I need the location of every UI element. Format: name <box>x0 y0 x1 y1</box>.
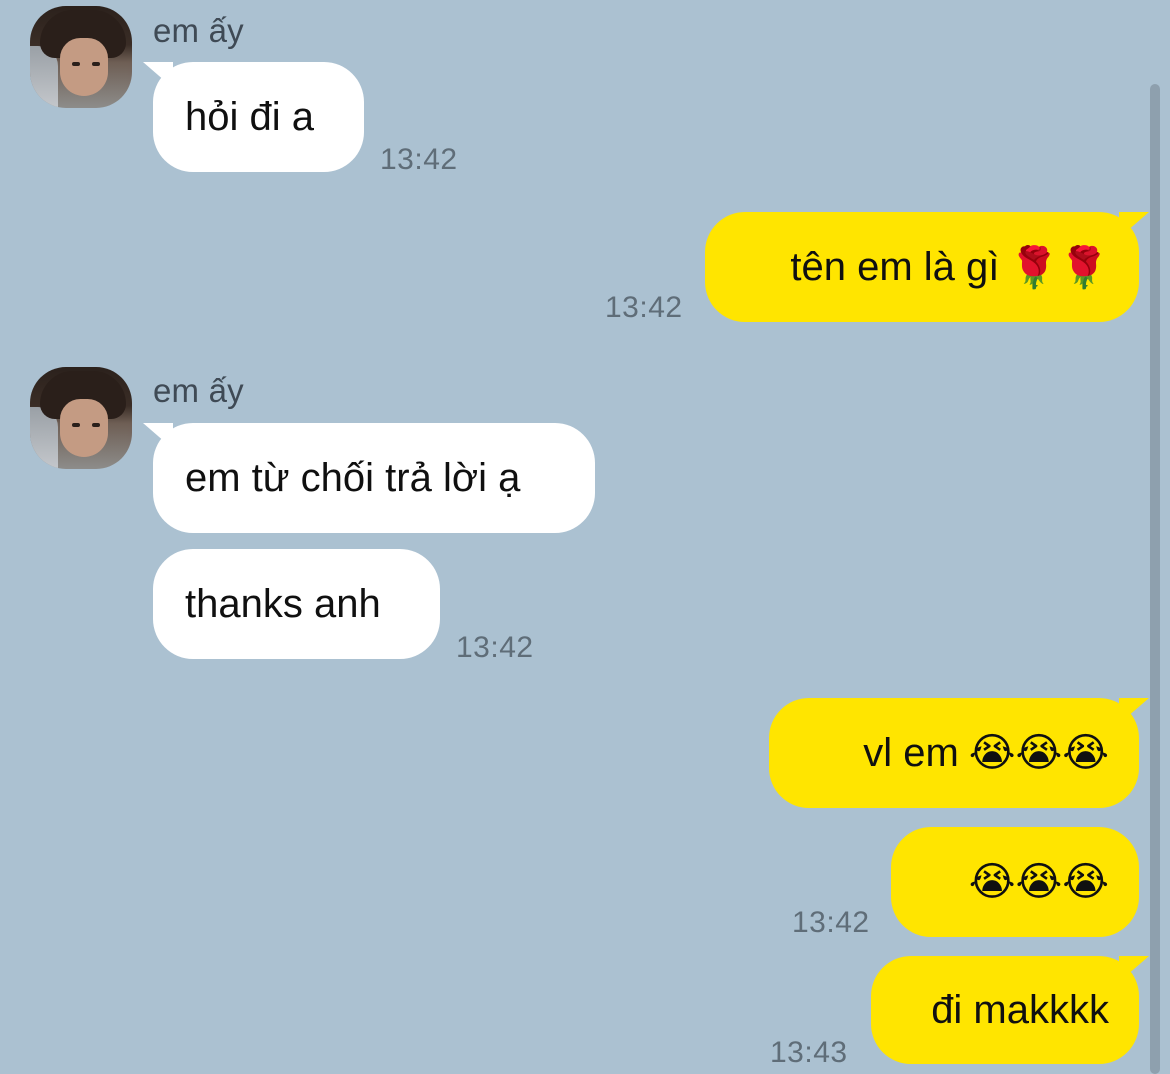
contact-avatar[interactable] <box>30 6 132 108</box>
chat-view: em ấy hỏi đi a 13:42 tên em là gì 🌹🌹 13:… <box>0 0 1170 1074</box>
crying-emoji-icon: 😭😭😭 <box>968 859 1109 905</box>
message-bubble-outgoing[interactable]: vl em 😭😭😭 <box>769 698 1149 808</box>
message-time: 13:42 <box>456 631 534 664</box>
sender-name: em ấy <box>153 372 244 409</box>
message-text: đi makkkk <box>931 987 1109 1032</box>
message-bubble-outgoing[interactable]: 😭😭😭 <box>891 827 1139 937</box>
message-text: thanks anh <box>185 581 381 626</box>
message-time: 13:42 <box>380 143 458 176</box>
message-bubble-incoming[interactable]: thanks anh <box>153 549 440 659</box>
message-text: em từ chối trả lời ạ <box>185 455 521 500</box>
message-bubble-incoming[interactable]: hỏi đi a <box>143 62 364 172</box>
sender-name: em ấy <box>153 12 244 49</box>
message-bubble-outgoing[interactable]: tên em là gì 🌹🌹 <box>705 212 1149 322</box>
message-time: 13:42 <box>605 291 683 324</box>
message-time: 13:43 <box>770 1036 848 1069</box>
scrollbar[interactable] <box>1150 84 1160 1074</box>
message-text: tên em là gì <box>790 244 1000 289</box>
message-text: hỏi đi a <box>185 94 314 139</box>
message-bubble-outgoing[interactable]: đi makkkk <box>871 956 1149 1064</box>
message-time: 13:42 <box>792 906 870 939</box>
message-bubble-incoming[interactable]: em từ chối trả lời ạ <box>143 423 595 533</box>
message-text: vl em <box>863 730 959 775</box>
contact-avatar[interactable] <box>30 367 132 469</box>
crying-emoji-icon: 😭😭😭 <box>968 730 1109 776</box>
rose-emoji-icon: 🌹🌹 <box>1009 244 1109 291</box>
